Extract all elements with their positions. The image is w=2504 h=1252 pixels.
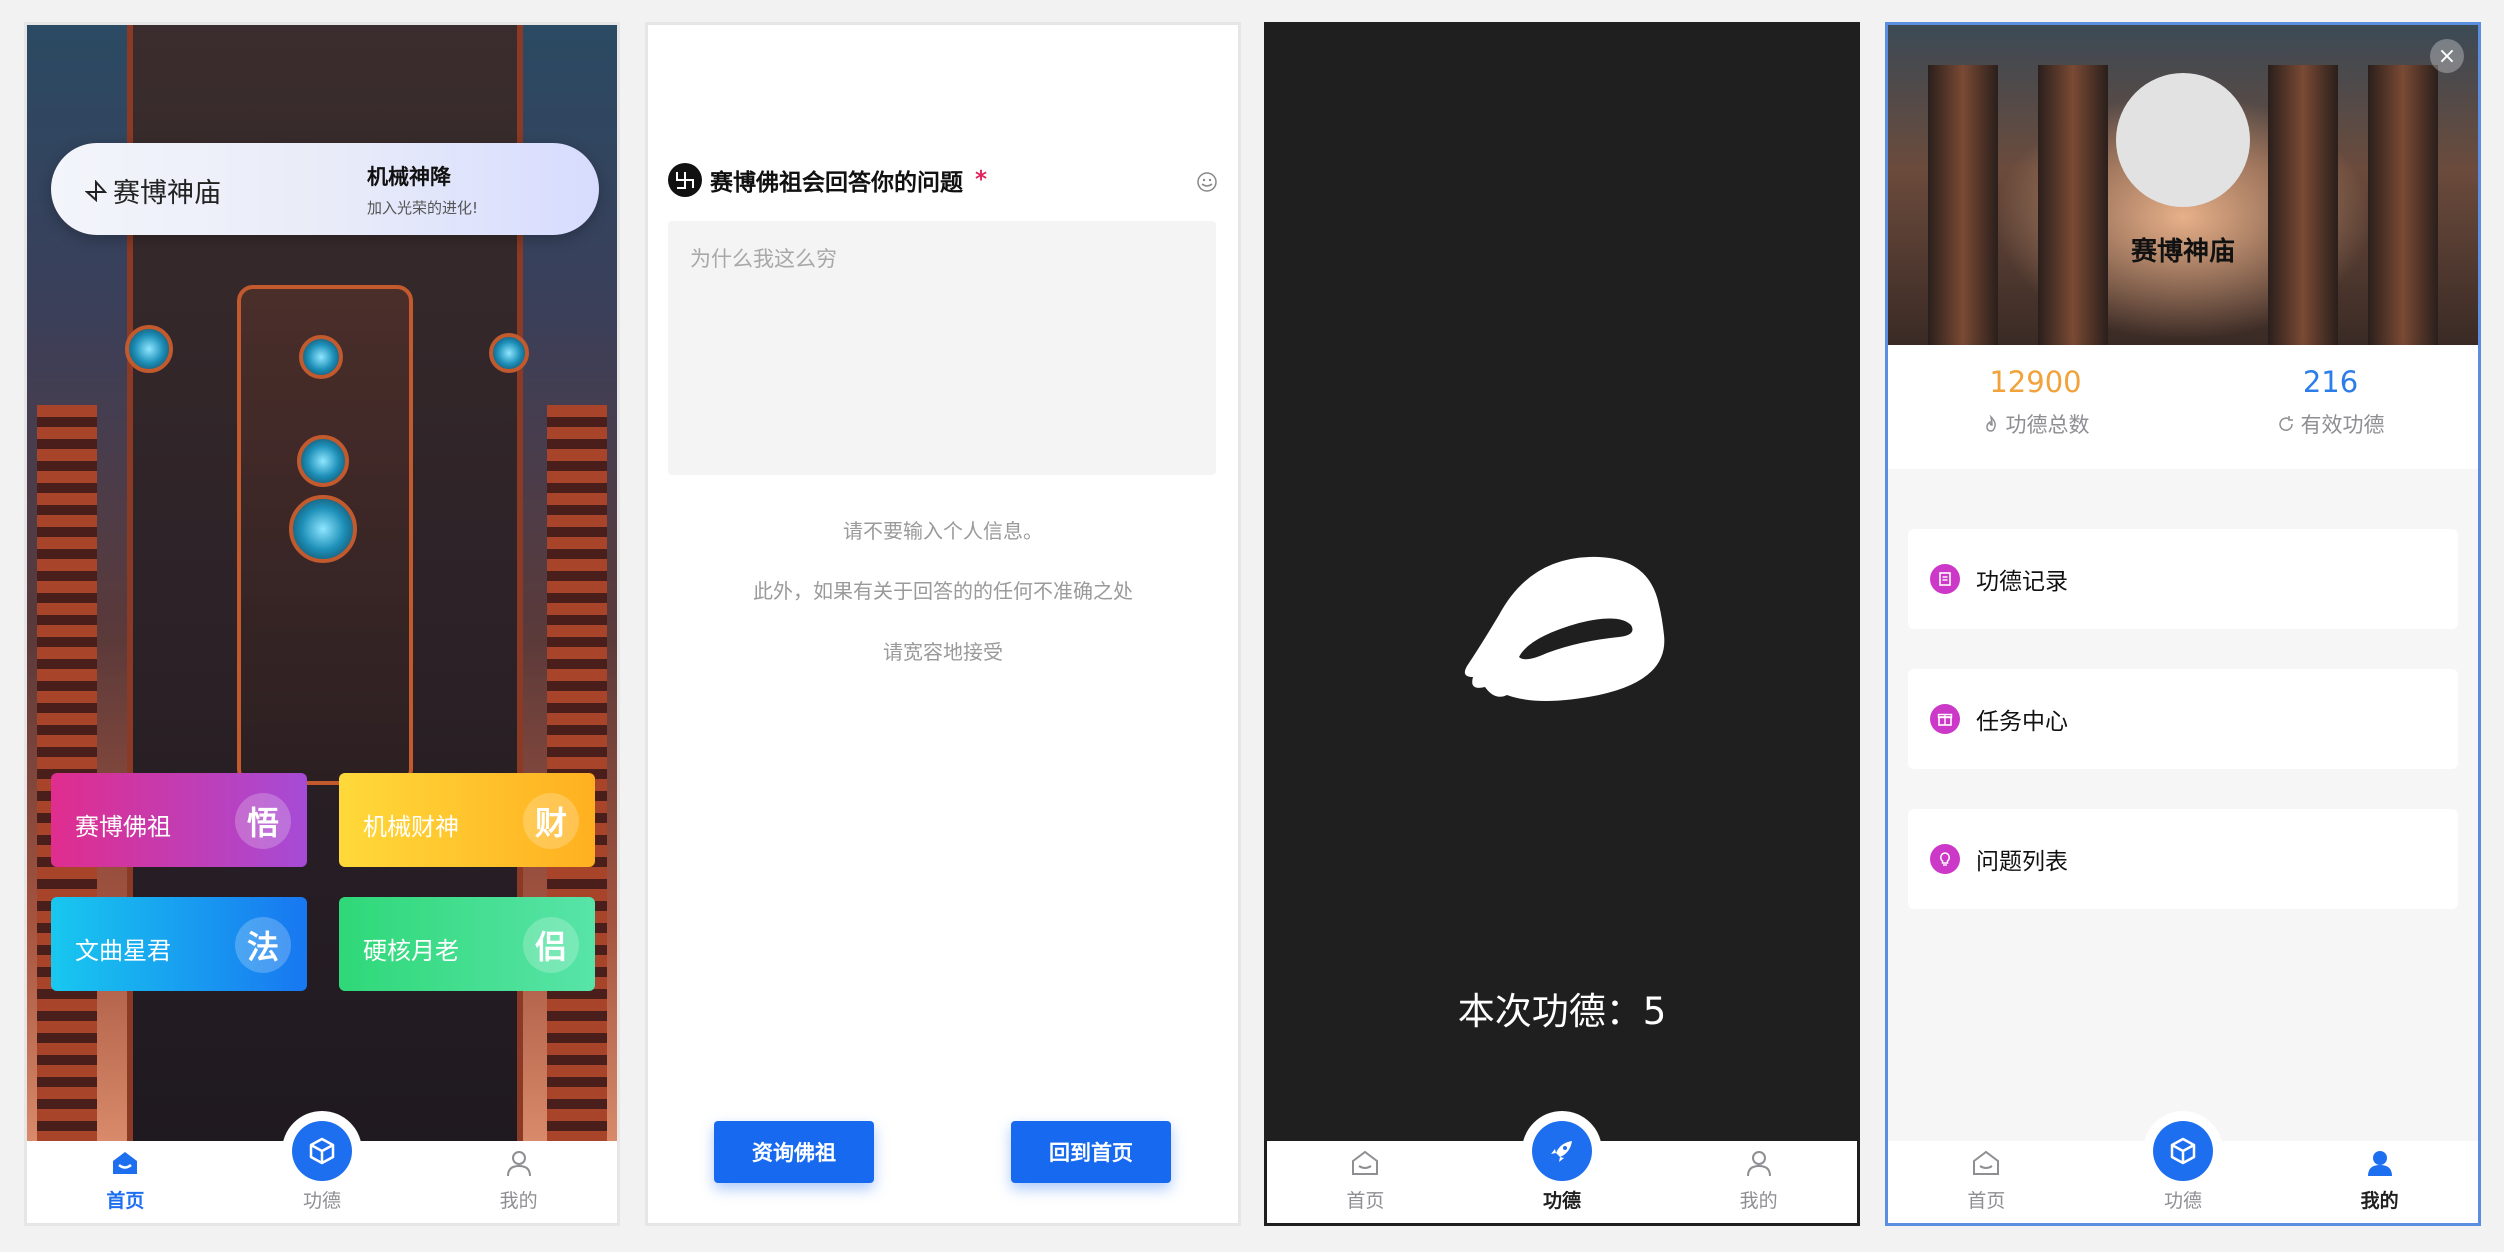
home-screen: 赛博神庙 机械神降 加入光荣的进化! 赛博佛祖 悟 机械财神 财 文曲星君 法 …	[24, 22, 620, 1226]
notice-line: 请不要输入个人信息。	[843, 519, 1043, 543]
tab-home-label: 首页	[106, 1190, 145, 1212]
tab-home[interactable]: 首页	[1267, 1141, 1464, 1223]
question-header: 赛博佛祖会回答你的问题 *	[668, 163, 987, 197]
tab-mine[interactable]: 我的	[1660, 1141, 1857, 1223]
tab-home[interactable]: 首页	[1888, 1141, 2085, 1223]
deity-card-matchmaker[interactable]: 硬核月老 侣	[339, 897, 595, 991]
tab-mine[interactable]: 我的	[2281, 1141, 2478, 1223]
user-icon	[1746, 1151, 1771, 1177]
deity-card-label: 赛博佛祖	[75, 813, 171, 841]
home-icon	[1352, 1150, 1379, 1175]
menu-label: 功德记录	[1976, 569, 2068, 595]
tab-mine-label: 我的	[499, 1190, 538, 1212]
merit-screen: 本次功德：5 首页 功德 我的	[1264, 22, 1860, 1226]
required-mark: *	[975, 167, 988, 193]
user-icon	[506, 1151, 531, 1177]
tab-bar: 首页 功德 我的	[1888, 1111, 2478, 1223]
glowing-orb	[489, 333, 529, 373]
deity-card-glyph: 财	[523, 793, 579, 849]
tab-bar: 首页 功德 我的	[1267, 1111, 1857, 1223]
wooden-fish-icon[interactable]	[1459, 545, 1679, 745]
home-icon	[113, 1152, 138, 1174]
stat-value: 12900	[1989, 365, 2082, 399]
deity-card-wenqu-star[interactable]: 文曲星君 法	[51, 897, 307, 991]
stat-valid-merit[interactable]: 216 有效功德	[2183, 365, 2478, 439]
temple-logo-icon	[85, 179, 107, 202]
menu-list: 功德记录 任务中心 问题列表	[1888, 469, 2478, 1145]
avatar[interactable]	[2116, 73, 2250, 207]
tab-home[interactable]: 首页	[27, 1141, 224, 1223]
ask-screen: 赛博佛祖会回答你的问题 * 请不要输入个人信息。 此外，如果有关于回答的的任何不…	[645, 22, 1241, 1226]
ask-buddha-button[interactable]: 资询佛祖	[714, 1121, 874, 1183]
deity-card-label: 机械财神	[363, 813, 459, 841]
stat-label: 有效功德	[2183, 409, 2478, 439]
deity-card-label: 文曲星君	[75, 937, 171, 965]
gift-icon	[1930, 704, 1960, 734]
stat-label-text: 有效功德	[2300, 413, 2385, 437]
tab-mine-label: 我的	[1739, 1190, 1778, 1212]
tab-merit[interactable]: 功德	[2085, 1111, 2282, 1223]
deity-card-glyph: 法	[235, 917, 291, 973]
cube-icon	[309, 1137, 335, 1165]
announcement-banner[interactable]: 赛博神庙 机械神降 加入光荣的进化!	[51, 143, 599, 235]
tab-home-label: 首页	[1967, 1190, 2006, 1212]
question-title: 赛博佛祖会回答你的问题	[710, 170, 963, 196]
tab-mine[interactable]: 我的	[420, 1141, 617, 1223]
lightbulb-icon	[1930, 844, 1960, 874]
tab-bar: 首页 功德 我的	[27, 1111, 617, 1223]
emoji-icon[interactable]	[1196, 171, 1218, 193]
deity-card-glyph: 侣	[523, 917, 579, 973]
stat-label-text: 功德总数	[2005, 413, 2090, 437]
menu-question-list[interactable]: 问题列表	[1908, 809, 2458, 909]
menu-label: 任务中心	[1976, 709, 2068, 735]
profile-screen: × 赛博神庙 12900 功德总数 216 有效功德 功德记录 任务中心 问题列…	[1885, 22, 2481, 1226]
profile-name: 赛博神庙	[2130, 237, 2235, 267]
flame-icon	[1985, 415, 1996, 432]
tab-merit[interactable]: 功德	[1464, 1111, 1661, 1223]
stats-panel: 12900 功德总数 216 有效功德	[1888, 345, 2478, 469]
column-decoration	[2038, 65, 2108, 345]
merit-count-text: 本次功德：5	[1457, 990, 1667, 1033]
merit-fab	[2143, 1111, 2223, 1191]
column-decoration	[2268, 65, 2338, 345]
menu-merit-records[interactable]: 功德记录	[1908, 529, 2458, 629]
tab-mine-label: 我的	[2360, 1190, 2399, 1212]
glowing-orb	[297, 435, 349, 487]
column-decoration	[2368, 65, 2438, 345]
refresh-icon	[2278, 416, 2293, 431]
cube-icon	[2170, 1137, 2196, 1165]
banner-title: 机械神降	[367, 165, 451, 189]
glowing-orb	[125, 325, 173, 373]
column-decoration	[1928, 65, 1998, 345]
close-icon[interactable]: ×	[2430, 39, 2464, 73]
question-input[interactable]	[668, 221, 1216, 475]
merit-fab	[282, 1111, 362, 1191]
banner-brand-label: 赛博神庙	[113, 178, 221, 209]
document-icon	[1930, 564, 1960, 594]
banner-subtitle: 加入光荣的进化!	[367, 199, 479, 217]
back-home-button[interactable]: 回到首页	[1011, 1121, 1171, 1183]
deity-card-glyph: 悟	[235, 793, 291, 849]
tab-merit[interactable]: 功德	[224, 1111, 421, 1223]
notice-line: 请宽容地接受	[883, 640, 1003, 664]
glowing-orb	[289, 495, 357, 563]
tab-home-label: 首页	[1346, 1190, 1385, 1212]
deity-card-cyber-buddha[interactable]: 赛博佛祖 悟	[51, 773, 307, 867]
banner-brand: 赛博神庙	[85, 171, 221, 210]
stat-label: 功德总数	[1888, 409, 2183, 439]
merit-fab	[1522, 1111, 1602, 1191]
deity-card-label: 硬核月老	[363, 937, 459, 965]
menu-task-center[interactable]: 任务中心	[1908, 669, 2458, 769]
rocket-icon	[1551, 1141, 1572, 1162]
notice-line: 此外，如果有关于回答的的任何不准确之处	[753, 579, 1133, 603]
glowing-orb	[299, 335, 343, 379]
user-icon	[2367, 1151, 2392, 1176]
stat-value: 216	[2302, 365, 2359, 399]
buddha-logo-icon	[668, 163, 702, 197]
stat-total-merit[interactable]: 12900 功德总数	[1888, 365, 2183, 439]
deity-card-wealth-god[interactable]: 机械财神 财	[339, 773, 595, 867]
home-icon	[1973, 1150, 2000, 1175]
menu-label: 问题列表	[1976, 849, 2068, 875]
